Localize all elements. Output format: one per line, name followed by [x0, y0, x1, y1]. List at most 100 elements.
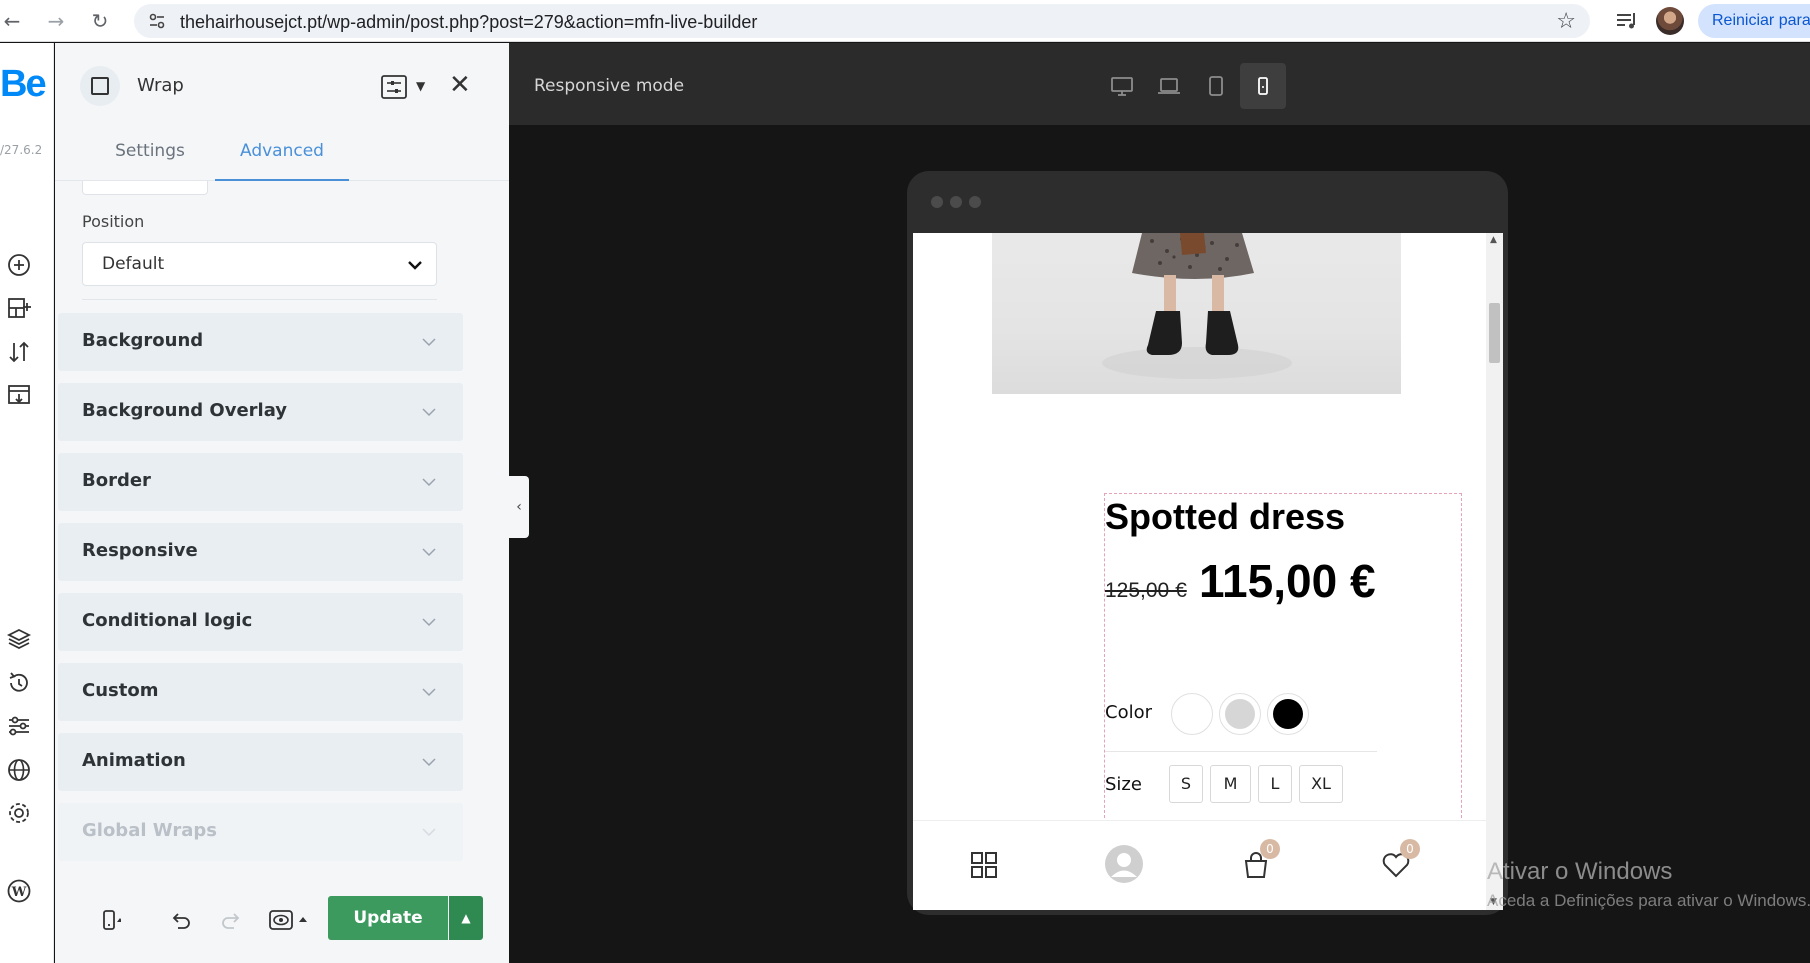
- caret-down-icon[interactable]: ▼: [416, 79, 425, 93]
- user-avatar-icon[interactable]: [1104, 844, 1144, 884]
- reload-icon[interactable]: ↻: [88, 9, 112, 33]
- add-element-icon[interactable]: [6, 252, 32, 278]
- update-options-caret-icon[interactable]: ▲: [449, 896, 483, 940]
- section-label: Global Wraps: [82, 820, 217, 841]
- be-logo: Be: [0, 63, 47, 105]
- chevron-down-icon: [422, 758, 436, 767]
- address-bar[interactable]: thehairhousejct.pt/wp-admin/post.php?pos…: [134, 4, 1590, 38]
- close-icon[interactable]: ✕: [449, 72, 471, 98]
- size-option-xl[interactable]: XL: [1299, 765, 1343, 803]
- panel-title: Wrap: [137, 75, 184, 96]
- undo-icon[interactable]: [169, 908, 193, 932]
- frame-dot: [931, 196, 943, 208]
- size-option-s[interactable]: S: [1169, 765, 1203, 803]
- sort-icon[interactable]: [6, 339, 32, 365]
- chevron-down-icon: [422, 828, 436, 837]
- position-label: Position: [82, 212, 145, 231]
- element-options-icon[interactable]: [381, 75, 407, 99]
- section-label: Custom: [82, 680, 159, 701]
- relaunch-button[interactable]: Reiniciar para a: [1698, 4, 1810, 38]
- section-global-wraps[interactable]: Global Wraps: [58, 803, 463, 861]
- laptop-view-button[interactable]: [1146, 63, 1192, 109]
- version-label: /27.6.2: [0, 143, 43, 157]
- svg-text:W: W: [11, 885, 27, 900]
- color-swatch-white[interactable]: [1171, 693, 1213, 735]
- tablet-view-button[interactable]: [1193, 63, 1239, 109]
- windows-activation-subtitle: Aceda a Definições para ativar o Windows…: [1487, 891, 1810, 910]
- layers-icon[interactable]: [6, 626, 32, 652]
- update-button[interactable]: Update: [328, 896, 448, 940]
- product-photo-illustration: [1102, 233, 1292, 379]
- media-controls-icon[interactable]: [1614, 8, 1640, 34]
- chevron-down-icon: [422, 408, 436, 417]
- sale-price: 115,00 €: [1199, 555, 1376, 607]
- section-animation[interactable]: Animation: [58, 733, 463, 791]
- chevron-down-icon: [422, 338, 436, 347]
- mobile-view-button[interactable]: [1240, 63, 1286, 109]
- mobile-preview-icon[interactable]: [97, 908, 123, 932]
- desktop-view-button[interactable]: [1099, 63, 1145, 109]
- divider: [1105, 751, 1377, 752]
- chevron-down-icon: [422, 478, 436, 487]
- tablet-icon: [1209, 76, 1223, 96]
- element-settings-panel: Wrap ▼ ✕ Settings Advanced Position Defa…: [55, 43, 509, 963]
- redo-icon[interactable]: [219, 908, 243, 932]
- panel-header: Wrap ▼ ✕: [55, 43, 509, 131]
- chevron-down-icon: [422, 618, 436, 627]
- preview-screen[interactable]: Spotted dress 125,00 € 115,00 € Color Si…: [913, 233, 1503, 910]
- windows-activation-title: Ativar o Windows: [1487, 858, 1673, 885]
- scrollbar-thumb[interactable]: [1489, 303, 1500, 363]
- preview-eye-icon[interactable]: [269, 908, 309, 932]
- back-icon[interactable]: ←: [0, 9, 24, 33]
- section-label: Responsive: [82, 540, 198, 561]
- wordpress-icon[interactable]: W: [6, 878, 32, 904]
- bookmark-star-icon[interactable]: ☆: [1556, 9, 1576, 34]
- tab-advanced[interactable]: Advanced: [215, 131, 349, 181]
- product-title: Spotted dress: [1105, 496, 1346, 537]
- responsive-mode-label: Responsive mode: [534, 76, 685, 96]
- panel-footer: Update ▲: [55, 875, 509, 963]
- section-responsive[interactable]: Responsive: [58, 523, 463, 581]
- forward-icon[interactable]: →: [44, 9, 68, 33]
- grid-icon[interactable]: [968, 849, 1000, 881]
- laptop-icon: [1158, 78, 1180, 94]
- site-info-icon[interactable]: [148, 12, 166, 30]
- product-summary[interactable]: Spotted dress 125,00 € 115,00 € Color Si…: [1104, 493, 1462, 823]
- divider: [82, 299, 437, 300]
- history-icon[interactable]: [6, 670, 32, 696]
- add-section-icon[interactable]: [6, 295, 32, 321]
- tab-settings[interactable]: Settings: [90, 131, 210, 181]
- options-sliders-icon[interactable]: [6, 713, 32, 739]
- color-swatch-black[interactable]: [1267, 693, 1309, 735]
- field-stub: [82, 181, 208, 195]
- frame-dot: [969, 196, 981, 208]
- cart-count-badge: 0: [1260, 839, 1280, 859]
- preview-scrollbar[interactable]: ▲ ▼: [1486, 233, 1503, 910]
- scroll-up-icon[interactable]: ▲: [1490, 235, 1497, 245]
- templates-icon[interactable]: [6, 382, 32, 408]
- mobile-bottom-bar: 0 0: [913, 820, 1503, 910]
- section-border[interactable]: Border: [58, 453, 463, 511]
- panel-tabs: Settings Advanced: [55, 131, 509, 181]
- section-label: Background: [82, 330, 204, 351]
- section-background[interactable]: Background: [58, 313, 463, 371]
- chevron-down-icon: [408, 261, 422, 270]
- browser-chrome: ← → ↻ thehairhousejct.pt/wp-admin/post.p…: [0, 0, 1810, 42]
- frame-dot: [950, 196, 962, 208]
- section-background-overlay[interactable]: Background Overlay: [58, 383, 463, 441]
- section-custom[interactable]: Custom: [58, 663, 463, 721]
- size-option-m[interactable]: M: [1210, 765, 1251, 803]
- section-label: Background Overlay: [82, 400, 288, 421]
- section-conditional-logic[interactable]: Conditional logic: [58, 593, 463, 651]
- collapse-panel-button[interactable]: ‹: [509, 476, 529, 538]
- globe-icon[interactable]: [6, 757, 32, 783]
- color-swatch-grey[interactable]: [1219, 693, 1261, 735]
- gear-icon[interactable]: [6, 800, 32, 826]
- section-label: Conditional logic: [82, 610, 253, 631]
- color-label: Color: [1105, 702, 1152, 723]
- position-select[interactable]: Default: [82, 242, 437, 286]
- mobile-device-frame: Spotted dress 125,00 € 115,00 € Color Si…: [907, 171, 1508, 915]
- url-text[interactable]: thehairhousejct.pt/wp-admin/post.php?pos…: [180, 12, 757, 33]
- profile-avatar[interactable]: [1656, 7, 1684, 35]
- size-option-l[interactable]: L: [1258, 765, 1292, 803]
